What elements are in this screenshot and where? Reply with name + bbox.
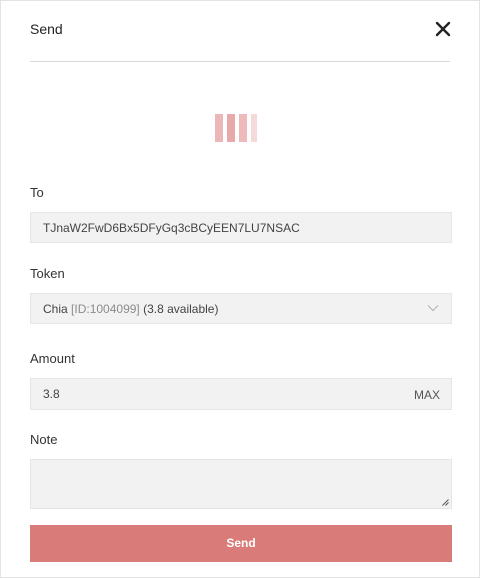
- token-available: (3.8 available): [143, 302, 219, 316]
- send-dialog: Send To TJnaW2FwD6Bx5DFyGq3cBCyEEN7LU7NS…: [0, 0, 480, 578]
- loader-bar: [251, 114, 257, 142]
- loading-bars-icon: [215, 114, 267, 142]
- token-selected-value: Chia [ID:1004099] (3.8 available): [43, 302, 218, 316]
- token-name: Chia: [43, 302, 68, 316]
- token-label: Token: [30, 266, 65, 281]
- resize-grip-icon[interactable]: [442, 499, 449, 506]
- loader-bar: [215, 114, 223, 142]
- close-button[interactable]: [434, 20, 452, 38]
- send-button[interactable]: Send: [30, 525, 452, 562]
- token-id: [ID:1004099]: [71, 302, 140, 316]
- to-address-value: TJnaW2FwD6Bx5DFyGq3cBCyEEN7LU7NSAC: [43, 221, 300, 235]
- amount-value: 3.8: [43, 387, 60, 401]
- loader-bar: [227, 114, 235, 142]
- max-button[interactable]: MAX: [414, 388, 440, 402]
- to-address-input[interactable]: TJnaW2FwD6Bx5DFyGq3cBCyEEN7LU7NSAC: [30, 212, 452, 243]
- amount-input[interactable]: 3.8 MAX: [30, 378, 452, 410]
- close-icon: [435, 21, 451, 37]
- token-select[interactable]: Chia [ID:1004099] (3.8 available): [30, 293, 452, 324]
- note-label: Note: [30, 432, 58, 447]
- amount-label: Amount: [30, 351, 75, 366]
- dialog-header: Send: [30, 1, 452, 62]
- dialog-title: Send: [30, 21, 63, 37]
- chevron-down-icon: [427, 305, 439, 312]
- note-textarea[interactable]: [30, 459, 452, 509]
- to-label: To: [30, 185, 44, 200]
- loader-bar: [239, 114, 247, 142]
